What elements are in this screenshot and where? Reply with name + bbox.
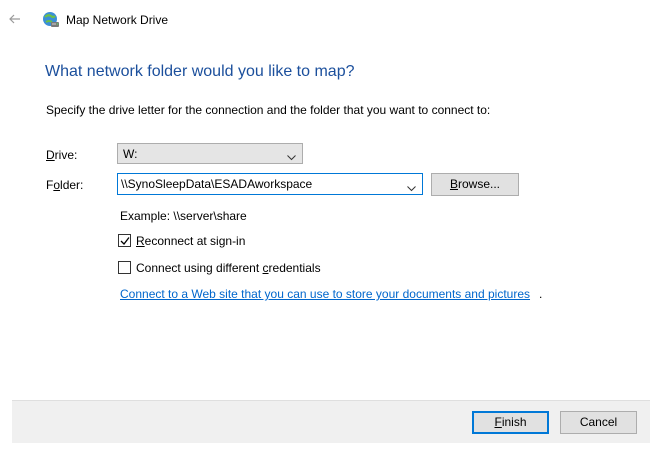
page-heading: What network folder would you like to ma… (45, 63, 355, 80)
browse-button[interactable]: Browse... (431, 173, 519, 196)
chevron-down-icon[interactable] (407, 181, 416, 192)
web-site-link[interactable]: Connect to a Web site that you can use t… (120, 287, 530, 301)
credentials-label: Connect using different credentials (136, 261, 321, 275)
map-network-drive-window: Map Network Drive What network folder wo… (0, 0, 650, 453)
drive-label: Drive: (46, 148, 78, 162)
window-title: Map Network Drive (66, 13, 169, 27)
drive-letter-dropdown[interactable]: W: (117, 143, 303, 164)
example-text: Example: \\server\share (120, 209, 247, 223)
instruction-text: Specify the drive letter for the connect… (46, 103, 491, 117)
folder-label: Folder: (46, 178, 84, 192)
credentials-checkbox[interactable] (118, 261, 131, 274)
network-drive-icon (42, 11, 60, 29)
back-arrow-icon[interactable] (8, 12, 22, 26)
drive-letter-value: W: (123, 147, 138, 161)
folder-input[interactable] (121, 175, 401, 193)
cancel-button[interactable]: Cancel (560, 411, 637, 434)
reconnect-label: Reconnect at sign-in (136, 234, 246, 248)
web-link-period: . (539, 287, 543, 301)
footer-bar: Finish Cancel (12, 400, 650, 443)
checkmark-icon (120, 237, 130, 245)
reconnect-checkbox[interactable] (118, 234, 131, 247)
chevron-down-icon (287, 150, 296, 161)
folder-combobox[interactable] (117, 173, 423, 195)
finish-button[interactable]: Finish (472, 411, 549, 434)
